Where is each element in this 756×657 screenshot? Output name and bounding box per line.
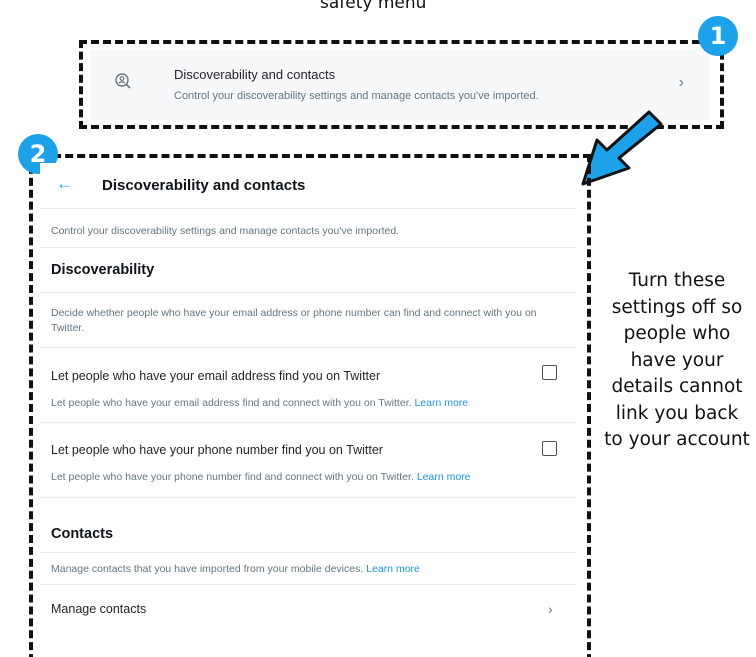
email-setting-label: Let people who have your email address f… (51, 369, 381, 383)
panel-title: Discoverability and contacts (102, 177, 306, 194)
learn-more-link[interactable]: Learn more (366, 563, 420, 575)
magnifier-person-icon (115, 73, 131, 89)
menu-item-subtitle: Control your discoverability settings an… (174, 90, 539, 102)
manage-contacts-row[interactable]: Manage contacts › (40, 585, 576, 631)
contacts-heading: Contacts (51, 526, 114, 542)
manage-contacts-label: Manage contacts (51, 602, 147, 616)
step-1-badge: 1 (698, 16, 738, 56)
divider (40, 497, 576, 498)
learn-more-link[interactable]: Learn more (417, 471, 471, 483)
email-setting-description: Let people who have your email address f… (51, 396, 551, 411)
discoverability-heading: Discoverability (51, 262, 155, 278)
chevron-right-icon: › (678, 74, 684, 91)
top-caption: safety menu (320, 0, 427, 13)
learn-more-link[interactable]: Learn more (414, 397, 468, 409)
divider (40, 292, 576, 293)
panel-description: Control your discoverability settings an… (51, 225, 400, 237)
divider (40, 552, 576, 553)
email-setting-description-text: Let people who have your email address f… (51, 397, 412, 409)
discoverability-settings-panel: ← Discoverability and contacts Control y… (40, 163, 576, 657)
back-arrow-icon[interactable]: ← (56, 174, 73, 194)
instruction-note: Turn these settings off so people who ha… (604, 270, 750, 450)
phone-setting-description: Let people who have your phone number fi… (51, 470, 551, 485)
phone-setting-label: Let people who have your phone number fi… (51, 443, 383, 457)
discoverability-description: Decide whether people who have your emai… (51, 307, 537, 334)
phone-setting-description-text: Let people who have your phone number fi… (51, 471, 414, 483)
panel-header: ← Discoverability and contacts (40, 163, 576, 209)
phone-discoverability-checkbox[interactable] (542, 441, 557, 456)
divider (40, 347, 576, 348)
email-discoverability-checkbox[interactable] (542, 365, 557, 380)
contacts-description: Manage contacts that you have imported f… (51, 562, 551, 577)
divider (40, 247, 576, 248)
contacts-description-text: Manage contacts that you have imported f… (51, 563, 364, 575)
chevron-right-icon: › (548, 601, 553, 617)
divider (40, 422, 576, 423)
menu-item-title: Discoverability and contacts (174, 67, 336, 82)
